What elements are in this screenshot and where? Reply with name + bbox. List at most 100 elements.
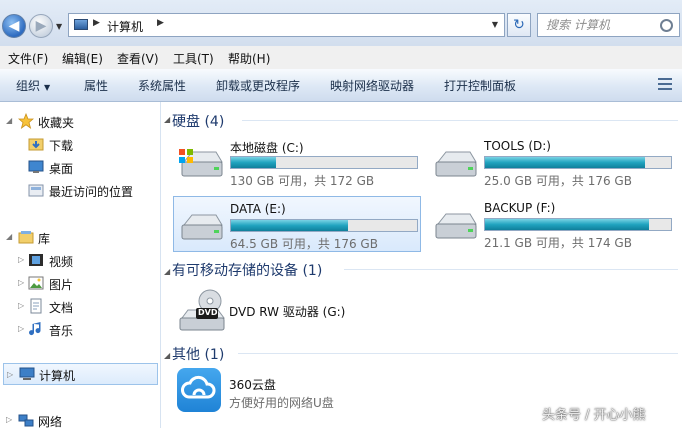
nav-music[interactable]: ▷ 音乐 bbox=[0, 318, 160, 340]
nav-favorites-label: 收藏夹 bbox=[38, 116, 75, 130]
menu-view[interactable]: 查看(V) bbox=[117, 50, 159, 67]
drive-tile-c[interactable]: 本地磁盘 (C:) 130 GB 可用，共 172 GB bbox=[174, 134, 422, 190]
refresh-icon: ↻ bbox=[513, 17, 525, 33]
nav-music-label: 音乐 bbox=[49, 324, 74, 338]
star-icon bbox=[18, 113, 34, 129]
group-header-removable[interactable]: 有可移动存储的设备 (1) bbox=[172, 260, 322, 280]
refresh-button[interactable]: ↻ bbox=[507, 13, 531, 37]
expand-icon[interactable]: ▷ bbox=[7, 370, 13, 379]
document-icon bbox=[30, 298, 42, 314]
computer-icon bbox=[19, 367, 35, 380]
drive-name: BACKUP (F:) bbox=[484, 201, 556, 215]
back-button[interactable]: ◀ bbox=[2, 14, 26, 38]
nav-recent-places-label: 最近访问的位置 bbox=[49, 185, 134, 199]
cloud-drive-name: 360云盘 bbox=[229, 378, 276, 392]
menu-help[interactable]: 帮助(H) bbox=[228, 50, 270, 67]
navigation-pane: ◢ 收藏夹 下载 桌面 最近访问的位置 ◢ 库 ▷ 视频 ▷ 图片 ▷ 文档 ▷… bbox=[0, 102, 161, 429]
map-network-drive-button[interactable]: 映射网络驱动器 bbox=[330, 77, 414, 94]
menu-file[interactable]: 文件(F) bbox=[8, 50, 48, 67]
drive-size: 21.1 GB 可用，共 174 GB bbox=[484, 236, 632, 250]
drive-name: TOOLS (D:) bbox=[484, 139, 551, 153]
nav-network-label: 网络 bbox=[38, 415, 63, 429]
nav-documents-label: 文档 bbox=[49, 301, 74, 315]
music-icon bbox=[29, 322, 41, 336]
nav-libraries-label: 库 bbox=[38, 232, 51, 246]
search-icon bbox=[660, 19, 673, 32]
system-properties-button[interactable]: 系统属性 bbox=[138, 77, 186, 94]
expand-icon[interactable]: ◢ bbox=[6, 116, 12, 125]
chevron-right-icon[interactable]: ▶ bbox=[93, 18, 100, 28]
nav-computer-label: 计算机 bbox=[39, 369, 76, 383]
view-options-icon[interactable] bbox=[656, 76, 674, 92]
group-divider bbox=[242, 120, 678, 121]
address-input[interactable]: ▶ 计算机 ▶ ▼ bbox=[68, 13, 505, 37]
collapse-icon[interactable]: ◢ bbox=[164, 351, 170, 360]
drive-usage-fill bbox=[231, 220, 349, 231]
expand-icon[interactable]: ▷ bbox=[6, 415, 12, 424]
open-control-panel-button[interactable]: 打开控制面板 bbox=[444, 77, 516, 94]
expand-icon[interactable]: ▷ bbox=[18, 324, 24, 333]
uninstall-program-button[interactable]: 卸载或更改程序 bbox=[216, 77, 300, 94]
cloud-drive-icon bbox=[177, 368, 221, 412]
expand-icon[interactable]: ◢ bbox=[6, 232, 12, 241]
drive-usage-bar bbox=[230, 219, 418, 232]
menu-bar: 文件(F) 编辑(E) 查看(V) 工具(T) 帮助(H) bbox=[0, 46, 682, 70]
chevron-down-icon[interactable]: ▼ bbox=[492, 20, 498, 29]
watermark: 头条号 / 开心小熊 bbox=[542, 408, 646, 423]
group-header-other[interactable]: 其他 (1) bbox=[172, 344, 224, 364]
computer-icon bbox=[74, 19, 88, 30]
group-divider bbox=[238, 353, 678, 354]
drive-tile-e[interactable]: DATA (E:) 64.5 GB 可用，共 176 GB bbox=[173, 196, 421, 252]
forward-button[interactable]: ▶ bbox=[29, 14, 53, 38]
group-header-hdd[interactable]: 硬盘 (4) bbox=[172, 111, 224, 131]
nav-desktop[interactable]: 桌面 bbox=[0, 156, 160, 178]
nav-documents[interactable]: ▷ 文档 bbox=[0, 295, 160, 317]
drive-usage-bar bbox=[230, 156, 418, 169]
cloud-drive-desc: 方便好用的网络U盘 bbox=[229, 396, 334, 410]
organize-label: 组织 bbox=[16, 79, 41, 93]
nav-libraries[interactable]: ◢ 库 bbox=[0, 226, 160, 248]
nav-favorites[interactable]: ◢ 收藏夹 bbox=[0, 110, 160, 132]
menu-edit[interactable]: 编辑(E) bbox=[62, 50, 103, 67]
drive-usage-bar bbox=[484, 156, 672, 169]
downloads-folder-icon bbox=[28, 138, 44, 151]
drive-usage-fill bbox=[485, 157, 645, 168]
desktop-icon bbox=[28, 160, 44, 173]
drive-tile-d[interactable]: TOOLS (D:) 25.0 GB 可用，共 176 GB bbox=[428, 134, 676, 190]
chevron-right-icon[interactable]: ▶ bbox=[157, 18, 164, 28]
nav-recent-places[interactable]: 最近访问的位置 bbox=[0, 179, 160, 201]
nav-downloads[interactable]: 下载 bbox=[0, 133, 160, 155]
nav-downloads-label: 下载 bbox=[49, 139, 74, 153]
chevron-down-icon: ▼ bbox=[44, 83, 51, 92]
network-icon bbox=[18, 414, 34, 427]
expand-icon[interactable]: ▷ bbox=[18, 278, 24, 287]
search-input[interactable]: 搜索 计算机 bbox=[537, 13, 680, 37]
video-icon bbox=[29, 254, 43, 266]
content-pane: ◢ 硬盘 (4) 本地磁盘 (C:) 130 GB 可用，共 172 GB TO… bbox=[162, 102, 682, 428]
history-dropdown-icon[interactable]: ▼ bbox=[56, 22, 62, 31]
nav-videos[interactable]: ▷ 视频 bbox=[0, 249, 160, 271]
hard-drive-icon bbox=[435, 213, 477, 239]
collapse-icon[interactable]: ◢ bbox=[164, 115, 170, 124]
address-toolbar: ◀ ▶ ▼ ▶ 计算机 ▶ ▼ ↻ 搜索 计算机 bbox=[0, 0, 682, 46]
collapse-icon[interactable]: ◢ bbox=[164, 267, 170, 276]
properties-button[interactable]: 属性 bbox=[84, 77, 108, 94]
drive-size: 64.5 GB 可用，共 176 GB bbox=[230, 237, 378, 251]
library-folder-icon bbox=[18, 231, 34, 244]
nav-computer[interactable]: ▷ 计算机 bbox=[3, 363, 158, 385]
expand-icon[interactable]: ▷ bbox=[18, 255, 24, 264]
nav-pictures-label: 图片 bbox=[49, 278, 74, 292]
organize-button[interactable]: 组织 ▼ bbox=[16, 77, 50, 94]
menu-tools[interactable]: 工具(T) bbox=[173, 50, 214, 67]
nav-desktop-label: 桌面 bbox=[49, 162, 74, 176]
expand-icon[interactable]: ▷ bbox=[18, 301, 24, 310]
picture-icon bbox=[28, 276, 44, 290]
windows-logo-icon bbox=[179, 149, 193, 163]
dvd-drive-tile[interactable]: DVD DVD RW 驱动器 (G:) bbox=[174, 286, 422, 336]
drive-tile-f[interactable]: BACKUP (F:) 21.1 GB 可用，共 174 GB bbox=[428, 196, 676, 252]
nav-pictures[interactable]: ▷ 图片 bbox=[0, 272, 160, 294]
breadcrumb-computer[interactable]: 计算机 bbox=[107, 18, 143, 35]
dvd-badge: DVD bbox=[198, 308, 218, 317]
drive-usage-bar bbox=[484, 218, 672, 231]
hard-drive-icon bbox=[435, 151, 477, 177]
